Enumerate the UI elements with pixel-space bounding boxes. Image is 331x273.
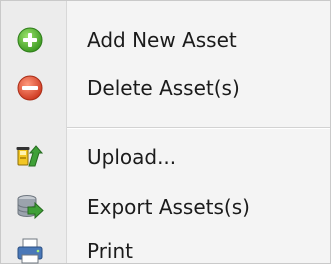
delete-circle-icon — [15, 73, 45, 103]
menu-item-label: Export Assets(s) — [87, 195, 250, 219]
menu-item-delete-assets[interactable]: Delete Asset(s) — [1, 66, 330, 110]
export-database-icon — [15, 192, 45, 222]
menu-item-add-new-asset[interactable]: Add New Asset — [1, 18, 330, 62]
menu-item-label: Delete Asset(s) — [87, 76, 240, 100]
menu-item-export-assets[interactable]: Export Assets(s) — [1, 185, 330, 229]
upload-icon — [15, 142, 45, 172]
menu-item-upload[interactable]: Upload... — [1, 135, 330, 179]
context-menu: Add New Asset Delete Asset(s) Upload... … — [0, 0, 331, 264]
add-circle-icon — [15, 25, 45, 55]
menu-item-print[interactable]: Print — [1, 229, 330, 273]
menu-separator — [67, 127, 330, 129]
menu-item-label: Upload... — [87, 145, 177, 169]
printer-icon — [15, 236, 45, 266]
menu-item-label: Print — [87, 239, 134, 263]
menu-item-label: Add New Asset — [87, 28, 237, 52]
